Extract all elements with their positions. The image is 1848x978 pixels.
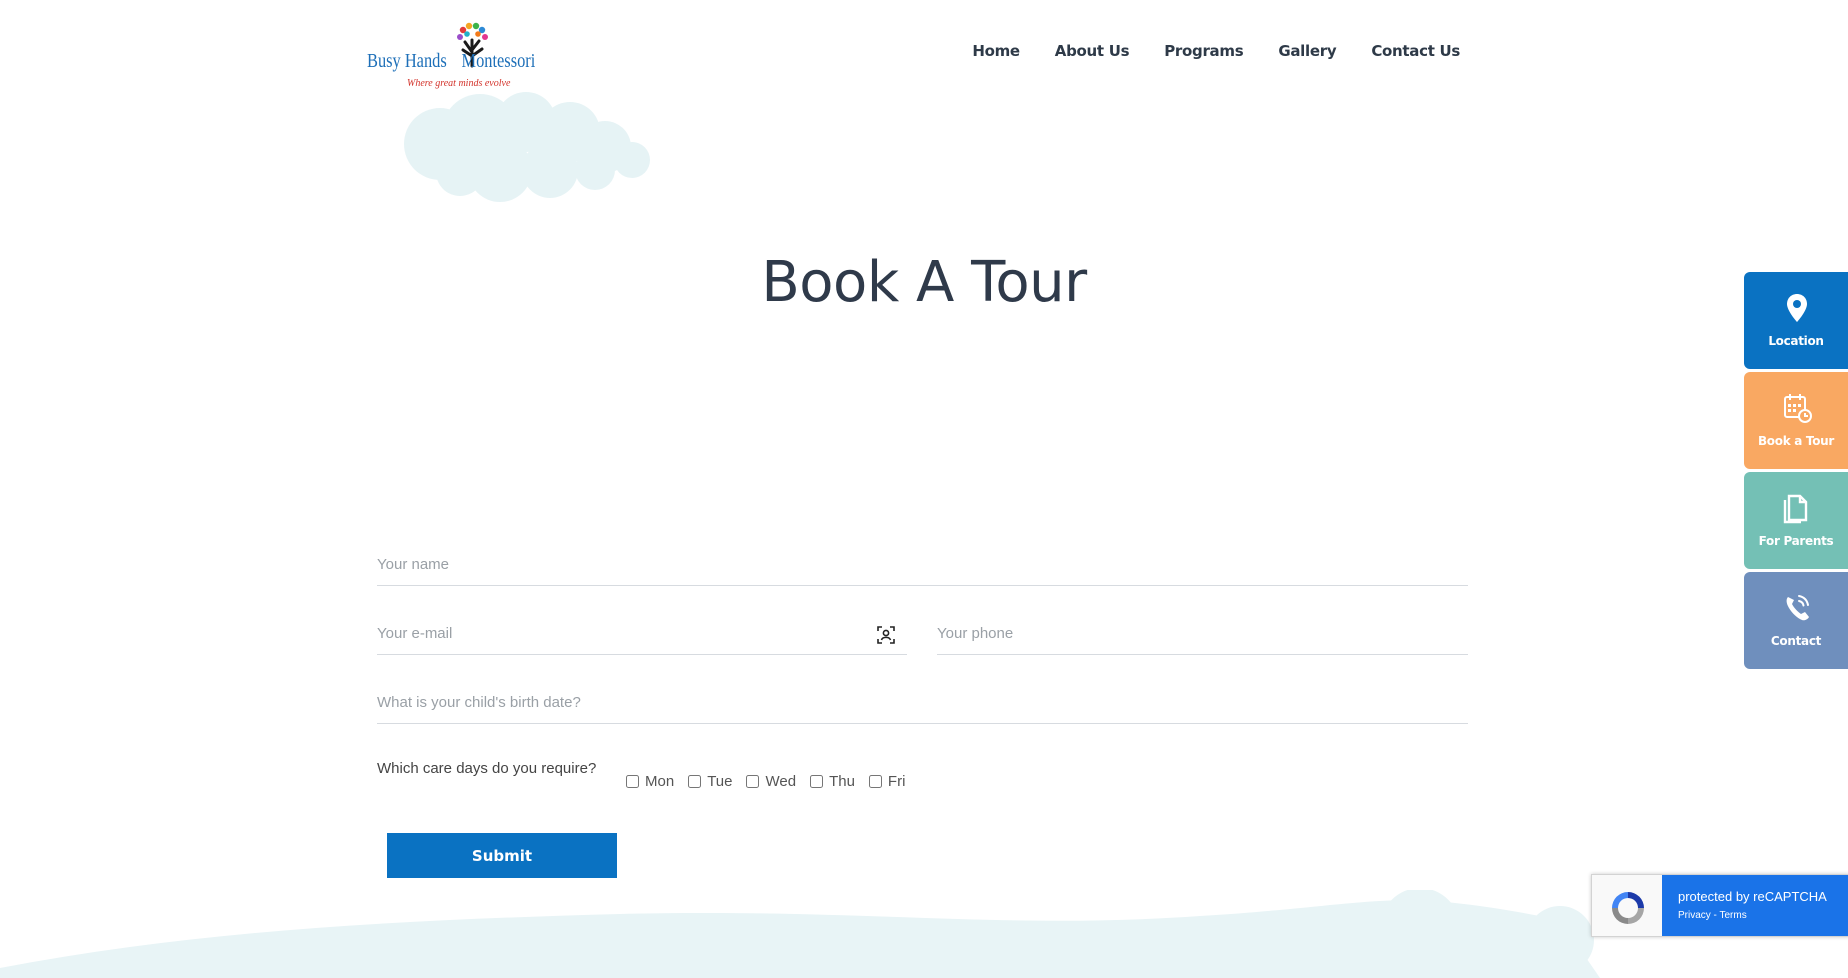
day-option-wed[interactable]: Wed <box>746 773 796 790</box>
side-button-label: Book a Tour <box>1757 434 1835 448</box>
site-logo[interactable]: Busy Hands Montessori Where great minds e… <box>367 22 562 89</box>
phone-icon <box>1786 595 1809 621</box>
logo-brand: Busy Hands Montessori <box>367 50 536 72</box>
care-days-label: Which care days do you require? <box>377 760 597 777</box>
name-field-wrapper <box>377 545 1468 586</box>
submit-button[interactable]: Submit <box>387 833 617 878</box>
bottom-cloud-wave-decoration <box>0 890 1600 978</box>
checkbox-tue[interactable] <box>688 775 702 788</box>
care-days-group: Mon Tue Wed Thu Fri <box>626 773 919 790</box>
recaptcha-logo <box>1592 875 1662 936</box>
day-option-mon[interactable]: Mon <box>626 773 674 790</box>
location-pin-icon <box>1787 294 1807 322</box>
checkbox-thu[interactable] <box>810 775 824 788</box>
main-nav: Home About Us Programs Gallery Contact U… <box>937 42 1460 60</box>
recaptcha-protected-text: protected by reCAPTCHA <box>1678 889 1827 904</box>
recaptcha-privacy-terms-link[interactable]: Privacy - Terms <box>1678 910 1747 921</box>
email-input[interactable] <box>377 614 907 652</box>
side-button-label: Location <box>1768 334 1824 348</box>
documents-icon <box>1783 494 1808 524</box>
recaptcha-icon <box>1612 892 1644 924</box>
checkbox-fri[interactable] <box>868 775 882 788</box>
side-button-book-a-tour[interactable]: Book a Tour <box>1744 372 1848 469</box>
side-button-for-parents[interactable]: For Parents <box>1744 472 1848 569</box>
phone-input[interactable] <box>937 614 1468 652</box>
recaptcha-badge[interactable]: protected by reCAPTCHA Privacy - Terms <box>1591 874 1848 937</box>
checkbox-mon[interactable] <box>626 775 639 788</box>
nav-contact-us[interactable]: Contact Us <box>1371 42 1460 60</box>
checkbox-wed[interactable] <box>746 775 760 788</box>
birth-date-field-wrapper <box>377 683 1468 724</box>
email-field-wrapper <box>377 614 907 655</box>
cloud-decoration <box>404 92 650 202</box>
nav-about-us[interactable]: About Us <box>1055 42 1130 60</box>
phone-field-wrapper <box>937 614 1468 655</box>
logo-tagline: Where great minds evolve <box>407 78 511 89</box>
side-button-location[interactable]: Location <box>1744 272 1848 369</box>
nav-programs[interactable]: Programs <box>1164 42 1243 60</box>
autofill-contact-icon[interactable] <box>877 626 895 644</box>
nav-home[interactable]: Home <box>972 42 1020 60</box>
calendar-clock-icon <box>1784 394 1812 423</box>
name-input[interactable] <box>377 545 1468 583</box>
birth-date-input[interactable] <box>377 683 1468 721</box>
page-title: Book A Tour <box>761 250 1087 315</box>
day-option-tue[interactable]: Tue <box>688 773 732 790</box>
side-button-label: For Parents <box>1758 534 1834 548</box>
side-button-contact[interactable]: Contact <box>1744 572 1848 669</box>
day-option-fri[interactable]: Fri <box>868 773 905 790</box>
nav-gallery[interactable]: Gallery <box>1278 42 1336 60</box>
day-option-thu[interactable]: Thu <box>810 773 855 790</box>
side-button-label: Contact <box>1770 634 1822 648</box>
recaptcha-text-panel: protected by reCAPTCHA Privacy - Terms <box>1662 875 1848 936</box>
